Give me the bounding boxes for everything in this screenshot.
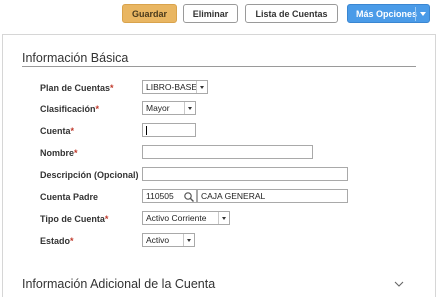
nombre-label: Nombre* bbox=[40, 148, 78, 158]
plan-value: LIBRO-BASE bbox=[146, 82, 198, 92]
tipo-value: Activo Corriente bbox=[146, 213, 207, 223]
split-divider bbox=[415, 7, 416, 21]
delete-button[interactable]: Eliminar bbox=[183, 4, 238, 23]
cuenta-padre-name-field: CAJA GENERAL bbox=[197, 189, 348, 203]
cuenta-input[interactable] bbox=[142, 123, 196, 137]
caret-down-icon[interactable] bbox=[420, 12, 426, 16]
search-icon[interactable] bbox=[183, 191, 195, 203]
save-button[interactable]: Guardar bbox=[122, 4, 177, 23]
descripcion-label: Descripción (Opcional) bbox=[40, 170, 139, 180]
chevron-down-icon bbox=[183, 234, 194, 246]
form-panel bbox=[2, 34, 436, 297]
estado-value: Activo bbox=[146, 235, 170, 245]
tipo-select[interactable]: Activo Corriente bbox=[142, 211, 230, 225]
cuenta-padre-label: Cuenta Padre bbox=[40, 192, 99, 202]
account-list-button[interactable]: Lista de Cuentas bbox=[245, 4, 338, 23]
nombre-input[interactable] bbox=[142, 145, 313, 159]
expand-chevron-icon[interactable] bbox=[394, 279, 404, 289]
section-title-basic: Información Básica bbox=[22, 51, 129, 65]
cuenta-label: Cuenta* bbox=[40, 126, 75, 136]
section-divider bbox=[22, 66, 416, 67]
descripcion-input[interactable] bbox=[142, 167, 348, 181]
toolbar: Guardar Eliminar Lista de Cuentas Más Op… bbox=[0, 4, 439, 24]
chevron-down-icon bbox=[184, 102, 195, 114]
estado-select[interactable]: Activo bbox=[142, 233, 195, 247]
tipo-label: Tipo de Cuenta* bbox=[40, 214, 109, 224]
section-title-additional[interactable]: Información Adicional de la Cuenta bbox=[22, 277, 215, 291]
text-cursor bbox=[146, 125, 147, 135]
more-options-label: Más Opciones bbox=[356, 8, 418, 19]
clasificacion-value: Mayor bbox=[146, 103, 170, 113]
more-options-button[interactable]: Más Opciones bbox=[347, 4, 430, 23]
clasificacion-select[interactable]: Mayor bbox=[142, 101, 196, 115]
chevron-down-icon bbox=[196, 81, 207, 93]
estado-label: Estado* bbox=[40, 236, 74, 246]
plan-select[interactable]: LIBRO-BASE bbox=[142, 80, 208, 94]
chevron-down-icon bbox=[218, 212, 229, 224]
clasificacion-label: Clasificación* bbox=[40, 104, 100, 114]
plan-label: Plan de Cuentas* bbox=[40, 83, 114, 93]
